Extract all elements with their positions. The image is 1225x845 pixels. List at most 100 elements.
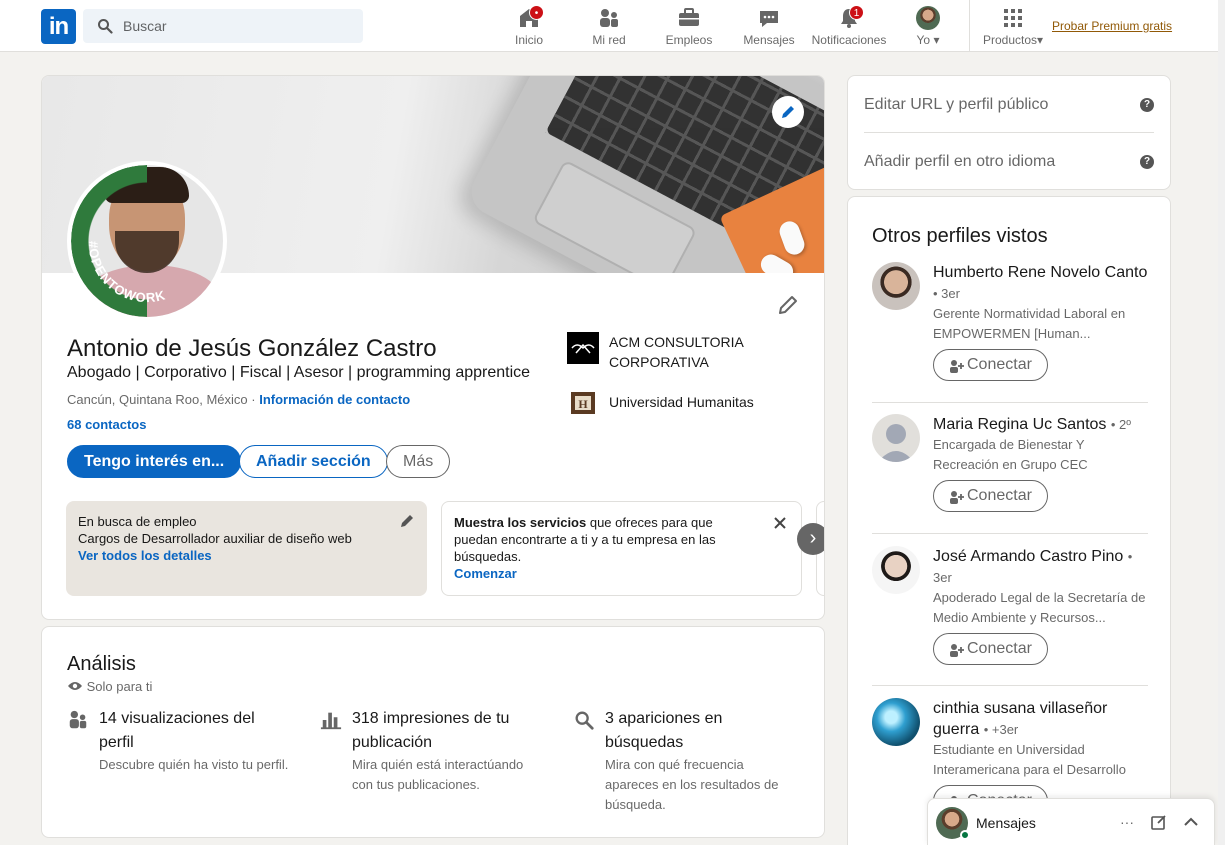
notification-count-badge: 1: [849, 5, 864, 20]
person-name: cinthia susana villaseñor guerra: [933, 700, 1108, 738]
close-icon[interactable]: [773, 516, 787, 530]
online-status-icon: [960, 830, 970, 840]
messaging-overlay[interactable]: Mensajes ···: [927, 798, 1215, 845]
open-to-work-tile[interactable]: En busca de empleo Cargos de Desarrollad…: [66, 501, 427, 596]
connect-label: Conectar: [967, 487, 1032, 504]
analytics-title: Análisis: [67, 653, 136, 675]
nav-me-label: Yo: [916, 33, 931, 47]
edit-pencil-icon[interactable]: [399, 513, 415, 529]
edit-banner-button[interactable]: [772, 96, 804, 128]
analytics-subtitle-row: Solo para ti: [67, 679, 152, 694]
edit-public-url-link[interactable]: Editar URL y perfil público ?: [864, 96, 1154, 114]
grid-icon: [1001, 6, 1025, 30]
services-tile[interactable]: Muestra los servicios que ofreces para q…: [441, 501, 802, 596]
person-name-row: Humberto Rene Novelo Canto • 3er: [933, 262, 1148, 304]
nav-network-label: Mi red: [592, 33, 626, 47]
add-person-icon: [950, 360, 964, 373]
nav-products-label-wrap: Productos▾: [980, 33, 1046, 47]
person-name-row: cinthia susana villaseñor guerra • +3er: [933, 698, 1148, 740]
top-nav-bar: in Buscar • Inicio Mi red Empleos Mensaj…: [0, 0, 1225, 52]
add-language-label: Añadir perfil en otro idioma: [864, 153, 1056, 170]
connect-button[interactable]: Conectar: [933, 480, 1048, 512]
carousel-next-button[interactable]: ›: [797, 523, 824, 555]
connection-degree: • 2º: [1110, 417, 1132, 432]
analytics-item-title: 3 apariciones en búsquedas: [605, 710, 723, 751]
nav-products[interactable]: Productos▾: [980, 4, 1046, 48]
profile-location-row: Cancún, Quintana Roo, México · Informaci…: [67, 392, 410, 407]
svg-text:H: H: [578, 397, 588, 411]
avatar: [872, 698, 920, 746]
profile-name: Antonio de Jesús González Castro: [67, 335, 437, 362]
analytics-card: Análisis Solo para ti 14 visualizaciones…: [41, 626, 825, 838]
svg-text:#OPENTOWORK: #OPENTOWORK: [86, 241, 168, 306]
open-to-button[interactable]: Tengo interés en...: [67, 445, 242, 478]
nav-home[interactable]: • Inicio: [509, 4, 549, 48]
chat-icon: [757, 6, 781, 30]
person-name: Humberto Rene Novelo Canto: [933, 264, 1148, 281]
compose-icon[interactable]: [1150, 813, 1168, 831]
acm-logo-icon: [567, 332, 599, 364]
search-input[interactable]: Buscar: [123, 18, 167, 34]
linkedin-logo-icon[interactable]: in: [41, 9, 76, 44]
chevron-up-icon[interactable]: [1182, 813, 1200, 831]
profile-settings-card: Editar URL y perfil público ? Añadir per…: [847, 75, 1171, 190]
person-name-row: Maria Regina Uc Santos • 2º: [933, 414, 1148, 435]
avatar: [872, 262, 920, 310]
profile-photo[interactable]: #OPENTOWORK: [67, 161, 227, 321]
more-options-icon[interactable]: ···: [1118, 813, 1136, 831]
pencil-icon: [782, 106, 794, 118]
nav-network[interactable]: Mi red: [589, 4, 629, 48]
job-tile-details-link[interactable]: Ver todos los detalles: [78, 547, 415, 564]
nav-jobs-label: Empleos: [665, 33, 713, 47]
connections-link[interactable]: 68 contactos: [67, 417, 146, 432]
nav-notifications[interactable]: 1 Notificaciones: [809, 4, 889, 48]
nav-me[interactable]: Yo ▾: [910, 4, 946, 48]
open-to-work-label: #OPENTOWORK: [86, 241, 168, 306]
briefcase-icon: [677, 6, 701, 30]
location-separator: ·: [247, 392, 260, 407]
connect-button[interactable]: Conectar: [933, 349, 1048, 381]
avatar: [872, 546, 920, 594]
search-icon: [98, 19, 113, 34]
services-tile-bold: Muestra los servicios: [454, 515, 587, 530]
premium-link[interactable]: Probar Premium gratis: [1052, 19, 1172, 33]
people-also-viewed-card: Otros perfiles vistos Humberto Rene Nove…: [847, 196, 1171, 845]
nav-jobs[interactable]: Empleos: [664, 4, 714, 48]
add-section-button[interactable]: Añadir sección: [239, 445, 388, 478]
add-language-profile-link[interactable]: Añadir perfil en otro idioma ?: [864, 153, 1154, 171]
more-button[interactable]: Más: [386, 445, 451, 478]
analytics-item-title: 14 visualizaciones del perfil: [99, 710, 255, 751]
home-dot-badge: •: [529, 5, 544, 20]
job-tile-title: En busca de empleo: [78, 514, 197, 529]
profile-location: Cancún, Quintana Roo, México: [67, 392, 248, 407]
search-icon: [575, 711, 594, 730]
scrollbar[interactable]: [1218, 0, 1225, 845]
nav-notifications-label: Notificaciones: [811, 33, 887, 47]
add-person-icon: [950, 644, 964, 657]
contact-info-link[interactable]: Información de contacto: [259, 392, 410, 407]
divider: [864, 132, 1154, 133]
people-icon: [69, 710, 87, 729]
home-icon: •: [517, 5, 544, 30]
profile-headline: Abogado | Corporativo | Fiscal | Asesor …: [67, 364, 531, 381]
search-bar[interactable]: Buscar: [83, 9, 363, 43]
nav-messages[interactable]: Mensajes: [742, 4, 796, 48]
divider: [872, 533, 1148, 534]
connect-label: Conectar: [967, 640, 1032, 657]
edit-profile-pencil-icon[interactable]: [777, 294, 799, 316]
help-icon[interactable]: ?: [1140, 98, 1154, 112]
job-tile-description: Cargos de Desarrollador auxiliar de dise…: [78, 531, 352, 546]
person-name: José Armando Castro Pino: [933, 548, 1124, 565]
bar-chart-icon: [320, 712, 342, 730]
divider: [872, 685, 1148, 686]
help-icon[interactable]: ?: [1140, 155, 1154, 169]
add-person-icon: [950, 491, 964, 504]
open-to-work-text: #OPENTOWORK: [86, 241, 167, 306]
connect-button[interactable]: Conectar: [933, 633, 1048, 665]
people-also-viewed-title: Otros perfiles vistos: [872, 225, 1048, 247]
connection-degree: • +3er: [983, 722, 1019, 737]
services-start-link[interactable]: Comenzar: [454, 566, 517, 581]
chevron-right-icon: ›: [809, 527, 817, 549]
nav-me-label-wrap: Yo ▾: [910, 33, 946, 47]
nav-products-label: Productos: [982, 33, 1037, 47]
